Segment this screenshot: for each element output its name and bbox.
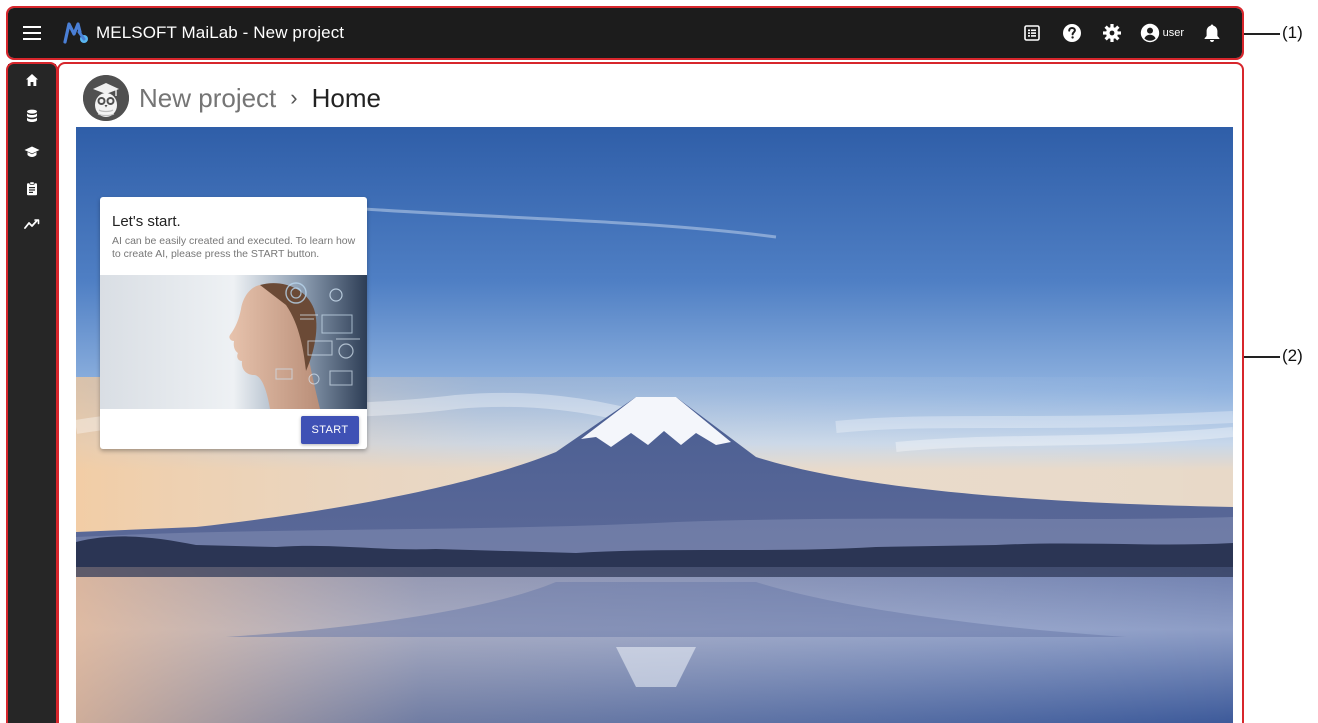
- side-nav: [8, 64, 56, 723]
- card-image: [100, 275, 367, 409]
- callout-label-2: (2): [1282, 346, 1303, 365]
- graduation-cap-icon: [24, 146, 40, 157]
- ai-face-illustration: [100, 275, 367, 409]
- breadcrumb-project-link[interactable]: New project: [139, 83, 276, 114]
- home-icon: [26, 74, 38, 86]
- clipboard-icon: [27, 180, 37, 195]
- trend-line-icon: [24, 219, 40, 229]
- card-title: Let's start.: [112, 213, 181, 230]
- breadcrumb-separator: ›: [290, 85, 298, 110]
- sidenav-item-analytics[interactable]: [8, 206, 56, 242]
- app-bar: MELSOFT MaiLab - New project user: [8, 8, 1242, 58]
- help-icon: [1062, 24, 1081, 42]
- main-content: New project › Home Let's start. AI can b…: [59, 64, 1242, 723]
- sidenav-item-reports[interactable]: [8, 170, 56, 206]
- sidenav-item-learning[interactable]: [8, 134, 56, 170]
- notifications-button[interactable]: [1200, 21, 1224, 45]
- lets-start-card: Let's start. AI can be easily created an…: [100, 197, 367, 449]
- list-button[interactable]: [1020, 21, 1044, 45]
- project-avatar: [83, 75, 129, 121]
- gear-icon: [1102, 24, 1121, 42]
- user-menu-button[interactable]: user: [1140, 23, 1184, 43]
- sidenav-item-data[interactable]: [8, 98, 56, 134]
- app-title: MELSOFT MaiLab - New project: [96, 23, 345, 42]
- account-icon: [1140, 23, 1159, 43]
- user-name: user: [1162, 27, 1184, 39]
- page: MELSOFT MaiLab - New project user New pr…: [0, 0, 1318, 723]
- menu-icon: [23, 26, 41, 40]
- app-logo: [63, 22, 88, 44]
- start-button[interactable]: START: [301, 416, 359, 444]
- callout-label-1: (1): [1282, 23, 1303, 42]
- settings-button[interactable]: [1100, 21, 1124, 45]
- sidenav-item-home[interactable]: [8, 62, 56, 98]
- breadcrumb: New project › Home: [83, 70, 381, 126]
- card-description: AI can be easily created and executed. T…: [112, 235, 356, 260]
- hero-image: Let's start. AI can be easily created an…: [76, 127, 1233, 723]
- callout-line-2: [1244, 356, 1280, 358]
- owl-mascot-icon: [83, 75, 129, 121]
- menu-button[interactable]: [12, 13, 52, 53]
- page-title: Home: [311, 82, 381, 113]
- list-icon: [1023, 25, 1040, 41]
- bell-icon: [1204, 24, 1220, 42]
- app-bar-actions: user: [1004, 21, 1224, 45]
- help-button[interactable]: [1060, 21, 1084, 45]
- callout-line-1: [1244, 33, 1280, 35]
- database-icon: [27, 109, 37, 122]
